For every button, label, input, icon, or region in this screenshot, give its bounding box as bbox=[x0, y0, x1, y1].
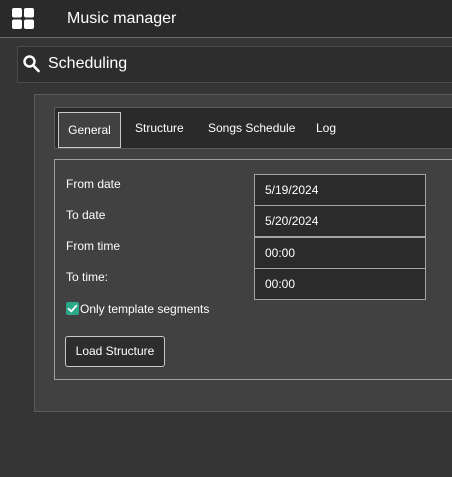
tab-bar: General Structure Songs Schedule Log bbox=[54, 107, 452, 149]
tab-structure[interactable]: Structure bbox=[135, 108, 184, 148]
to-time-field[interactable] bbox=[254, 268, 426, 300]
only-template-segments-label[interactable]: Only template segments bbox=[80, 301, 209, 317]
search-text: Scheduling bbox=[48, 55, 128, 72]
from-time-field[interactable] bbox=[254, 237, 426, 269]
from-time-label: From time bbox=[66, 239, 120, 253]
from-date-field[interactable] bbox=[254, 174, 426, 206]
tab-songs-schedule[interactable]: Songs Schedule bbox=[208, 108, 295, 148]
search-bar[interactable]: Scheduling bbox=[17, 46, 452, 83]
tab-general[interactable]: General bbox=[58, 112, 121, 148]
to-time-label: To time: bbox=[66, 270, 109, 284]
checkmark-icon bbox=[67, 304, 78, 313]
grid-icon[interactable] bbox=[12, 8, 34, 29]
from-date-label: From date bbox=[66, 177, 121, 191]
tab-log[interactable]: Log bbox=[316, 108, 336, 148]
only-template-segments-checkbox[interactable] bbox=[66, 302, 79, 315]
app-title: Music manager bbox=[67, 10, 177, 27]
to-date-field[interactable] bbox=[254, 205, 426, 237]
app-header: Music manager bbox=[0, 0, 452, 38]
search-icon bbox=[23, 55, 40, 73]
load-structure-button[interactable]: Load Structure bbox=[65, 336, 165, 367]
to-date-label: To date bbox=[66, 208, 106, 222]
